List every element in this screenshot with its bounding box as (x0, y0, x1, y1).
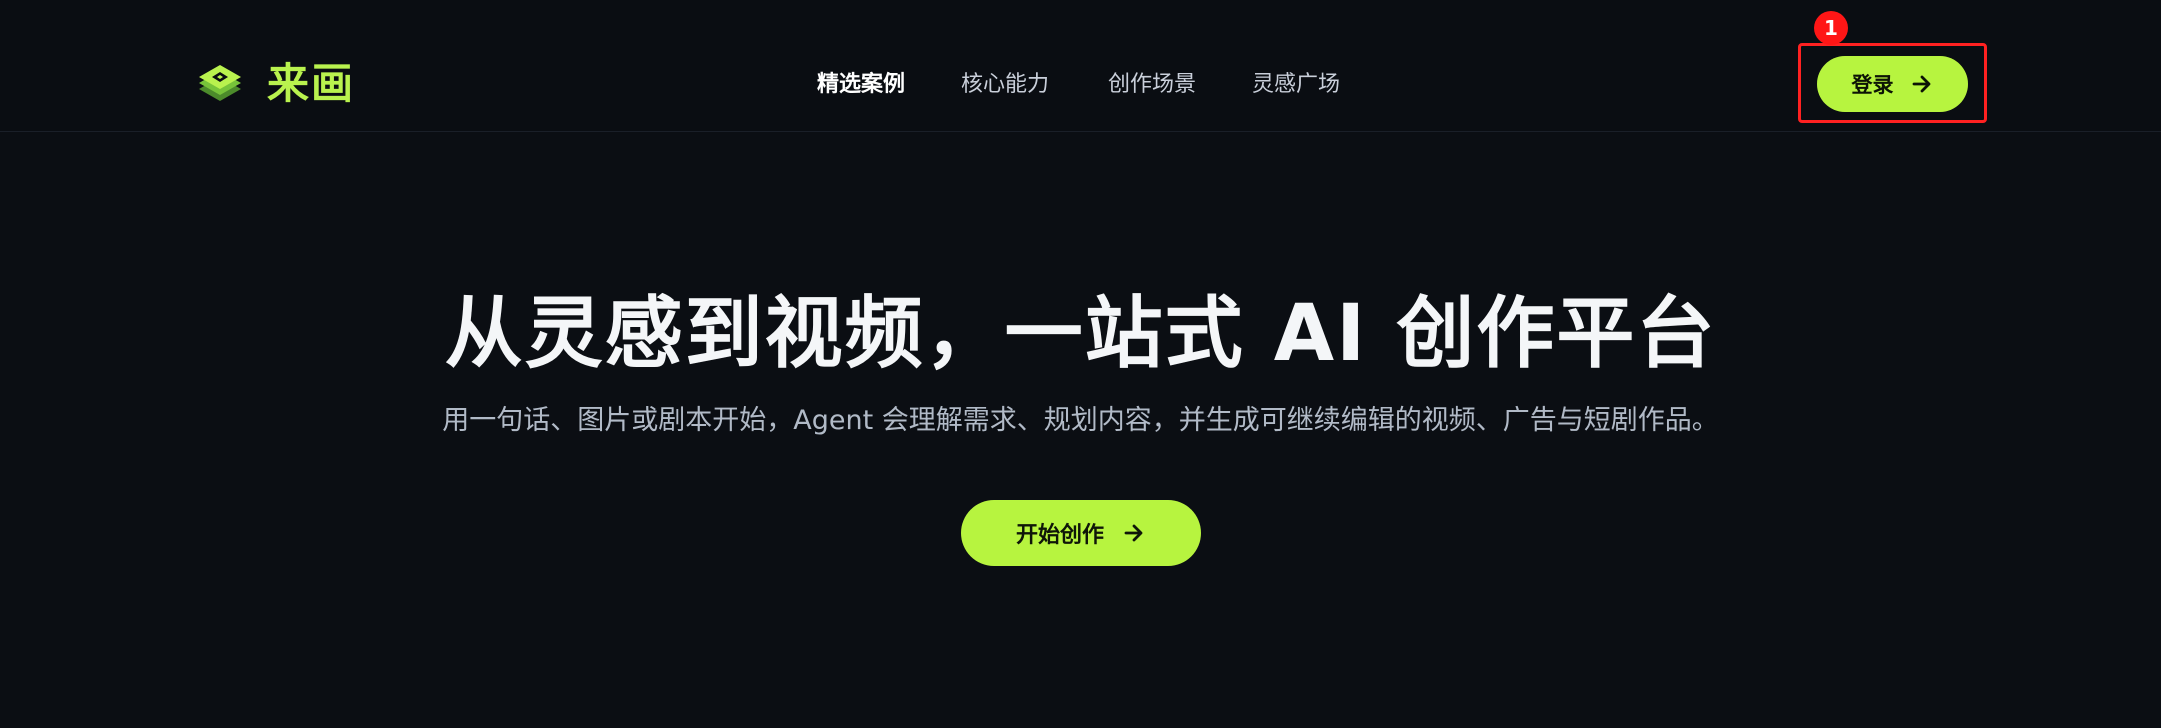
nav-item-featured-cases[interactable]: 精选案例 (817, 69, 905, 101)
start-creating-button[interactable]: 开始创作 (961, 500, 1201, 566)
start-creating-label: 开始创作 (1015, 522, 1104, 547)
landing-page: 来画 精选案例 核心能力 创作场景 灵感广场 1 登录 从灵感到视频，一站式 A… (0, 0, 2161, 728)
login-button[interactable]: 登录 (1817, 56, 1968, 112)
hero-title: 从灵感到视频，一站式 AI 创作平台 (444, 289, 1717, 379)
login-label: 登录 (1851, 74, 1894, 97)
nav-item-creation-scenarios[interactable]: 创作场景 (1108, 69, 1196, 101)
nav-item-core-capabilities[interactable]: 核心能力 (961, 69, 1049, 101)
top-navigation-bar: 来画 精选案例 核心能力 创作场景 灵感广场 1 登录 (0, 0, 2161, 132)
arrow-right-icon (1124, 524, 1143, 542)
hero-subtitle: 用一句话、图片或剧本开始，Agent 会理解需求、规划内容，并生成可继续编辑的视… (442, 405, 1719, 436)
nav-item-inspiration-square[interactable]: 灵感广场 (1252, 69, 1340, 101)
annotation-badge: 1 (1814, 11, 1848, 45)
arrow-right-icon (1912, 75, 1930, 93)
